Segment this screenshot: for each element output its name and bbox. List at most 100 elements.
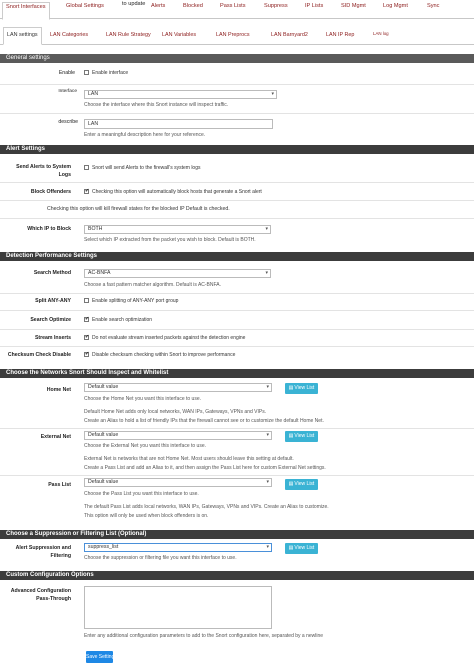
custom-config-header: Custom Configuration Options — [0, 571, 474, 580]
suppression-help: Choose the suppression or filtering file… — [84, 555, 237, 561]
search-optimize-text: Enable search optimization — [92, 317, 153, 323]
divider — [0, 200, 474, 201]
tab-sync[interactable]: Sync — [427, 3, 439, 9]
passthrough-textarea[interactable] — [84, 586, 272, 629]
tab-lan-log[interactable]: LAN log — [373, 31, 389, 36]
divider — [0, 84, 474, 85]
kill-states-text: Checking this option will kill firewall … — [47, 206, 230, 212]
pass-list-select[interactable]: Default value — [84, 478, 272, 487]
networks-header: Choose the Networks Snort Should Inspect… — [0, 369, 474, 378]
which-ip-help: Select which IP extracted from the packe… — [84, 237, 256, 243]
tab-blocked[interactable]: Blocked — [183, 3, 203, 9]
interface-select[interactable]: LAN — [84, 90, 277, 99]
passthrough-label: Advanced Configuration Pass-Through — [10, 588, 71, 602]
describe-label: describe — [58, 119, 78, 125]
file-icon: ▤ — [288, 433, 294, 439]
suppression-header: Choose a Suppression or Filtering List (… — [0, 530, 474, 539]
home-net-select[interactable]: Default value — [84, 383, 272, 392]
external-net-help-1: Choose the External Net you want this in… — [84, 443, 207, 449]
send-alerts-checkbox[interactable] — [84, 165, 89, 170]
checksum-text: Disable checksum checking within Snort t… — [92, 352, 236, 358]
tab-pass-lists[interactable]: Pass Lists — [220, 3, 246, 9]
tab-lan-variables[interactable]: LAN Variables — [162, 32, 196, 38]
pass-list-label: Pass List — [48, 482, 71, 488]
stream-inserts-text: Do not evaluate stream inserted packets … — [92, 335, 246, 341]
interface-label: Interface — [58, 89, 77, 94]
external-net-select[interactable]: Default value — [84, 431, 272, 440]
tab-lan-preprocs[interactable]: LAN Preprocs — [216, 32, 250, 38]
tab-lan-barnyard2[interactable]: LAN Barnyard2 — [271, 32, 308, 38]
home-net-help-1: Choose the Home Net you want this interf… — [84, 396, 202, 402]
enable-checkbox-label: Enable interface — [92, 70, 129, 76]
tab-global-settings[interactable]: Global Settings — [66, 3, 104, 9]
tab-lan-rule-strategy[interactable]: LAN Rule Strategy — [106, 32, 151, 38]
sub-nav: LAN settings LAN Categories LAN Rule Str… — [0, 27, 474, 45]
home-net-label: Home Net — [46, 387, 71, 393]
tab-lan-settings[interactable]: LAN settings — [3, 27, 42, 45]
pass-list-view-list-button[interactable]: ▤View List — [285, 479, 318, 490]
external-net-label: External Net — [40, 434, 71, 440]
block-offenders-label: Block Offenders — [30, 189, 71, 195]
divider — [0, 428, 474, 429]
split-any-label: Split ANY-ANY — [35, 298, 71, 304]
divider — [0, 293, 474, 294]
pass-list-help-2: The default Pass List adds local network… — [84, 504, 329, 510]
checksum-label: Checksum Check Disable — [7, 352, 71, 358]
file-icon: ▤ — [288, 385, 294, 391]
search-method-help: Choose a fast pattern matcher algorithm.… — [84, 282, 222, 288]
stream-inserts-checkbox[interactable] — [84, 334, 89, 340]
suppression-select[interactable]: suppress_list — [84, 543, 272, 552]
tab-sid-mgmt[interactable]: SID Mgmt — [341, 3, 366, 9]
search-optimize-checkbox[interactable] — [84, 316, 89, 322]
interface-help: Choose the interface where this Snort in… — [84, 102, 229, 108]
divider — [0, 113, 474, 114]
send-alerts-label: Send Alerts to System Logs — [16, 164, 71, 178]
stream-inserts-label: Stream Inserts — [34, 335, 71, 341]
general-settings-header: General settings — [0, 54, 474, 63]
divider — [0, 346, 474, 347]
suppression-label: Alert Suppression and Filtering — [15, 545, 71, 559]
tab-lan-categories[interactable]: LAN Categories — [50, 32, 88, 38]
tab-log-mgmt[interactable]: Log Mgmt — [383, 3, 408, 9]
send-alerts-text: Snort will send Alerts to the firewall's… — [92, 165, 201, 171]
block-offenders-text: Checking this option will automatically … — [92, 189, 262, 195]
enable-label: Enable — [58, 70, 75, 76]
suppression-view-list-button[interactable]: ▤View List — [285, 543, 318, 554]
tab-snort-interfaces[interactable]: Snort Interfaces — [2, 2, 50, 20]
divider — [0, 310, 474, 311]
split-any-text: Enable splitting of ANY-ANY port group — [92, 298, 179, 304]
block-offenders-checkbox[interactable] — [84, 188, 89, 194]
pass-list-help-3: This option will only be used when block… — [84, 513, 209, 519]
divider — [0, 329, 474, 330]
home-net-help-3: Create an Alias to hold a list of friend… — [84, 418, 324, 424]
tab-ip-lists[interactable]: IP Lists — [305, 3, 323, 9]
tab-updates[interactable]: to update — [122, 1, 145, 7]
save-button[interactable]: Save Settings — [86, 651, 113, 663]
alert-settings-header: Alert Settings — [0, 145, 474, 154]
search-method-label: Search Method — [33, 270, 71, 276]
split-any-checkbox[interactable] — [84, 298, 89, 303]
enable-checkbox[interactable] — [84, 70, 89, 75]
external-net-help-3: Create a Pass List and add an Alias to i… — [84, 465, 326, 471]
divider — [0, 218, 474, 219]
tab-suppress[interactable]: Suppress — [264, 3, 288, 9]
external-net-help-2: External Net is networks that are not Ho… — [84, 456, 294, 462]
checksum-checkbox[interactable] — [84, 351, 89, 357]
external-net-view-list-button[interactable]: ▤View List — [285, 431, 318, 442]
divider — [0, 182, 474, 183]
home-net-view-list-button[interactable]: ▤View List — [285, 383, 318, 394]
divider — [0, 475, 474, 476]
pass-list-help-1: Choose the Pass List you want this inter… — [84, 491, 199, 497]
file-icon: ▤ — [288, 481, 294, 487]
top-nav: Snort Interfaces Global Settings to upda… — [0, 0, 474, 20]
describe-input[interactable]: LAN — [84, 119, 273, 129]
search-method-select[interactable]: AC-BNFA — [84, 269, 271, 278]
tab-lan-ip-rep[interactable]: LAN IP Rep — [326, 32, 354, 38]
tab-alerts[interactable]: Alerts — [151, 3, 165, 9]
file-icon: ▤ — [288, 545, 294, 551]
describe-help: Enter a meaningful description here for … — [84, 132, 206, 138]
detection-header: Detection Performance Settings — [0, 252, 474, 261]
which-ip-select[interactable]: BOTH — [84, 225, 271, 234]
which-ip-label: Which IP to Block — [27, 226, 71, 232]
search-optimize-label: Search Optimize — [30, 317, 71, 323]
